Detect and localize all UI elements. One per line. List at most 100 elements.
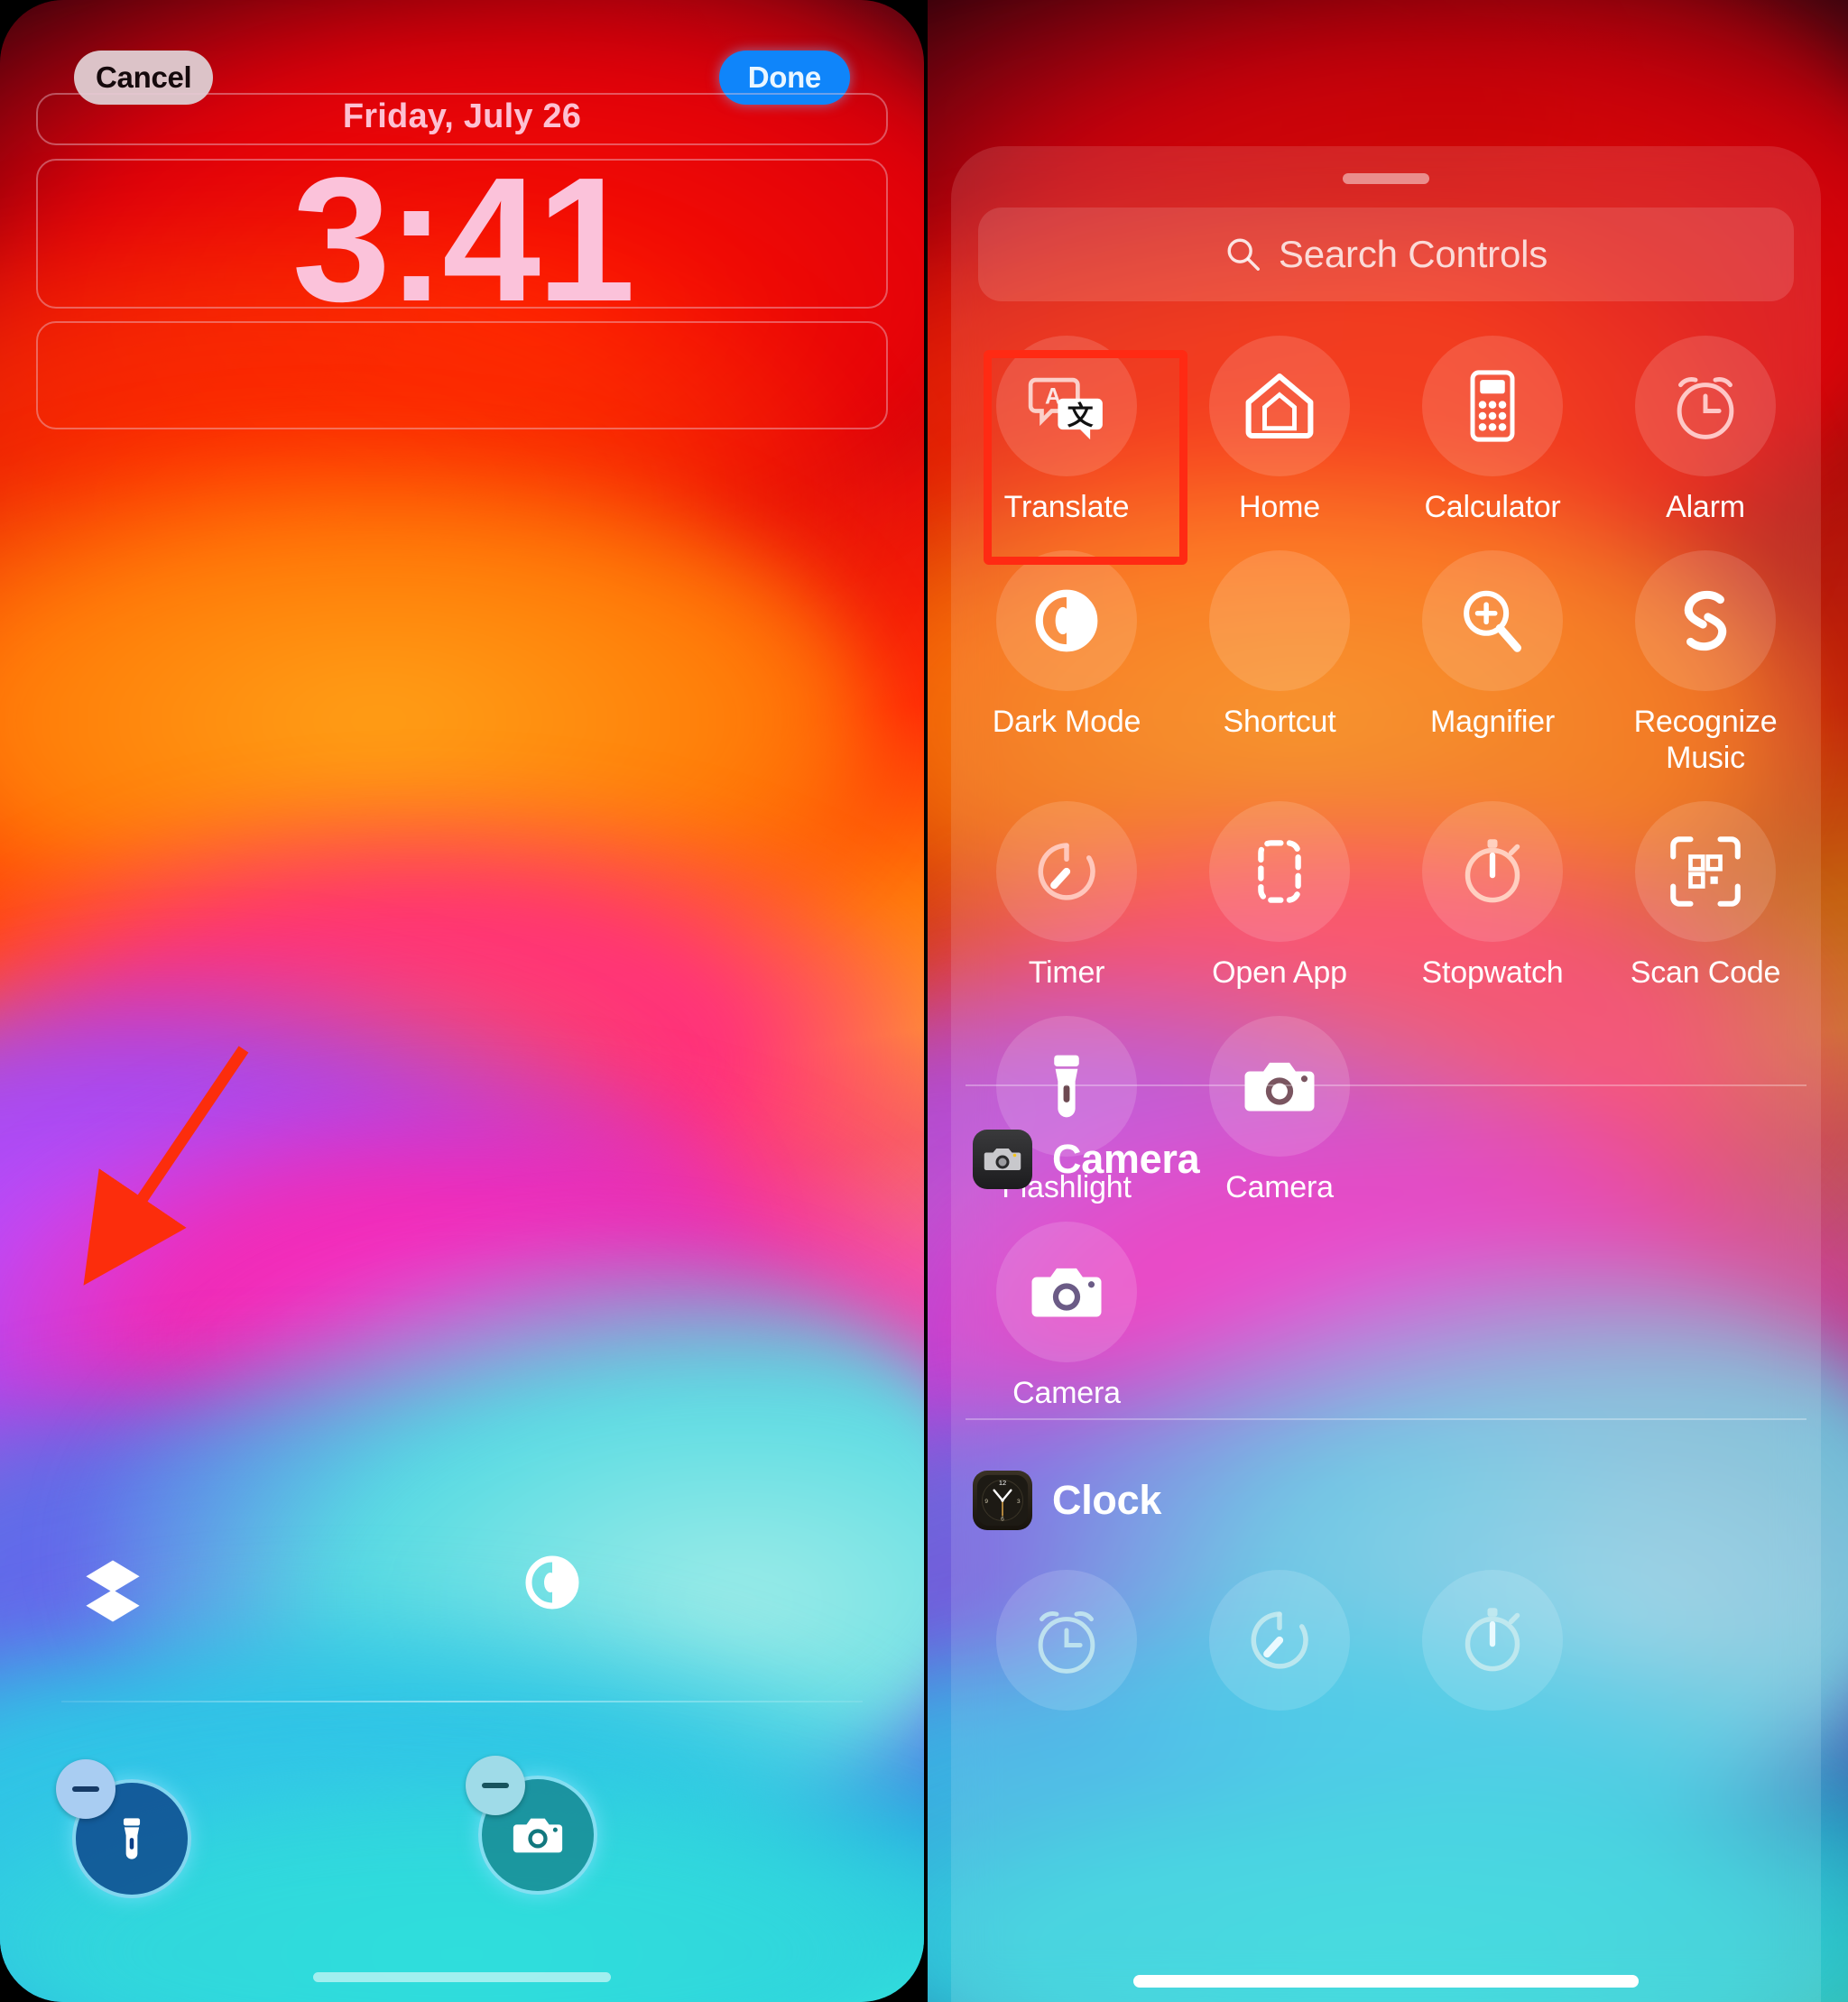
stopwatch-icon (1465, 839, 1520, 903)
shortcut-icon (1240, 581, 1319, 660)
lock-screen-time: 3:41 (291, 141, 635, 338)
control-clock-alarm[interactable] (960, 1570, 1173, 1723)
home-bubble[interactable] (1209, 336, 1350, 476)
control-label: Recognize Music (1633, 705, 1778, 776)
scan-code-bubble[interactable] (1635, 801, 1776, 943)
control-label: Calculator (1424, 490, 1561, 524)
control-camera[interactable]: Camera (1173, 1016, 1386, 1205)
control-label: Stopwatch (1421, 955, 1564, 991)
dark-mode-bubble[interactable] (996, 550, 1137, 692)
scan-code-icon (1670, 836, 1741, 908)
panel-seam (924, 0, 928, 2002)
home-indicator-left (313, 1972, 611, 1982)
alarm-bubble[interactable] (1635, 336, 1776, 476)
dark-mode-icon (1035, 589, 1098, 652)
translate-icon: A 文 (1028, 377, 1103, 440)
lock-screen-divider (61, 1701, 863, 1702)
lock-screen-date: Friday, July 26 (342, 97, 582, 135)
control-clock-timer[interactable] (1173, 1570, 1386, 1723)
control-stopwatch[interactable]: Stopwatch (1386, 801, 1599, 991)
home-indicator-right (1133, 1975, 1639, 1988)
control-label: Timer (1028, 955, 1105, 991)
search-controls-field[interactable]: Search Controls (978, 208, 1794, 301)
control-clock-stopwatch[interactable] (1386, 1570, 1599, 1723)
stopwatch-bubble[interactable] (1422, 801, 1563, 943)
camera-icon (1031, 1268, 1102, 1317)
sheet-grabber-handle[interactable] (1343, 173, 1429, 184)
svg-text:12: 12 (999, 1479, 1006, 1487)
stopwatch-icon (1465, 1608, 1520, 1672)
control-shortcut[interactable]: Shortcut (1173, 550, 1386, 776)
search-icon (1227, 238, 1260, 271)
timer-icon (1251, 1611, 1308, 1669)
lock-screen-editor-panel: Cancel Done Friday, July 26 3:41 (0, 0, 924, 2002)
control-label: Translate (1003, 490, 1130, 524)
calculator-icon (1470, 370, 1515, 442)
control-label: Magnifier (1429, 705, 1556, 740)
control-recognize-music[interactable]: Recognize Music (1599, 550, 1812, 776)
control-label: Alarm (1666, 490, 1745, 524)
control-dark-mode[interactable]: Dark Mode (960, 550, 1173, 776)
camera-app-controls: Camera (960, 1222, 1812, 1411)
shazam-bubble[interactable] (1635, 550, 1776, 692)
app-name: Clock (1052, 1477, 1162, 1523)
clock-app-controls (960, 1570, 1812, 1723)
timer-icon (1038, 843, 1095, 900)
open-app-icon (1258, 840, 1301, 904)
control-alarm[interactable]: Alarm (1599, 336, 1812, 525)
timer-bubble[interactable] (996, 801, 1137, 943)
control-open-app[interactable]: Open App (1173, 801, 1386, 991)
control-scan-code[interactable]: Scan Code (1599, 801, 1812, 991)
app-name: Camera (1052, 1136, 1200, 1182)
phone-screen-left: Cancel Done Friday, July 26 3:41 (0, 0, 924, 2002)
control-label: Dark Mode (992, 705, 1141, 740)
dark-mode-icon[interactable] (523, 1554, 581, 1611)
camera-icon (1244, 1063, 1315, 1112)
phone-screen-right: Search Controls A 文 Translate Home Calcu… (924, 0, 1848, 2002)
shazam-icon (1684, 590, 1727, 651)
section-divider (966, 1084, 1806, 1086)
home-icon (1245, 373, 1314, 439)
alarm-icon (1038, 1611, 1095, 1674)
timer-bubble[interactable] (1209, 1570, 1350, 1711)
camera-app-icon (973, 1130, 1032, 1189)
camera-bubble[interactable] (1209, 1016, 1350, 1158)
flashlight-icon (123, 1818, 141, 1859)
controls-gallery-panel: Search Controls A 文 Translate Home Calcu… (924, 0, 1848, 2002)
translate-bubble[interactable]: A 文 (996, 336, 1137, 476)
stopwatch-bubble[interactable] (1422, 1570, 1563, 1711)
control-camera-app[interactable]: Camera (960, 1222, 1173, 1411)
control-home[interactable]: Home (1173, 336, 1386, 525)
camera-bubble[interactable] (996, 1222, 1137, 1362)
screenshot-root: Cancel Done Friday, July 26 3:41 Search … (0, 0, 1848, 2002)
clock-app-icon: 12 3 6 9 (973, 1471, 1032, 1530)
flashlight-icon (1054, 1056, 1079, 1118)
svg-text:3: 3 (1017, 1499, 1021, 1505)
remove-flashlight-badge[interactable] (56, 1759, 116, 1819)
search-placeholder: Search Controls (1278, 233, 1548, 275)
alarm-icon (1677, 377, 1734, 439)
shortcut-bubble[interactable] (1209, 550, 1350, 692)
controls-grid: A 文 Translate Home Calculator Alarm Dark… (960, 336, 1812, 1206)
app-section-clock-header: 12 3 6 9 Clock (973, 1471, 1161, 1530)
calculator-bubble[interactable] (1422, 336, 1563, 476)
layers-icon[interactable] (79, 1556, 146, 1623)
open-app-bubble[interactable] (1209, 801, 1350, 943)
control-translate[interactable]: A 文 Translate (960, 336, 1173, 525)
control-label: Camera (1012, 1376, 1121, 1410)
controls-gallery-sheet: Search Controls A 文 Translate Home Calcu… (951, 146, 1821, 2002)
control-calculator[interactable]: Calculator (1386, 336, 1599, 525)
remove-camera-badge[interactable] (466, 1756, 525, 1815)
magnifier-bubble[interactable] (1422, 550, 1563, 692)
app-section-camera-header: Camera (973, 1130, 1200, 1189)
control-label: Open App (1212, 955, 1347, 991)
control-timer[interactable]: Timer (960, 801, 1173, 991)
alarm-bubble[interactable] (996, 1570, 1137, 1711)
control-label: Camera (1225, 1170, 1334, 1205)
control-label: Scan Code (1630, 955, 1781, 991)
camera-icon (513, 1818, 563, 1853)
control-magnifier[interactable]: Magnifier (1386, 550, 1599, 776)
svg-text:文: 文 (1067, 401, 1094, 431)
magnifier-icon (1464, 590, 1521, 652)
section-divider (966, 1418, 1806, 1420)
